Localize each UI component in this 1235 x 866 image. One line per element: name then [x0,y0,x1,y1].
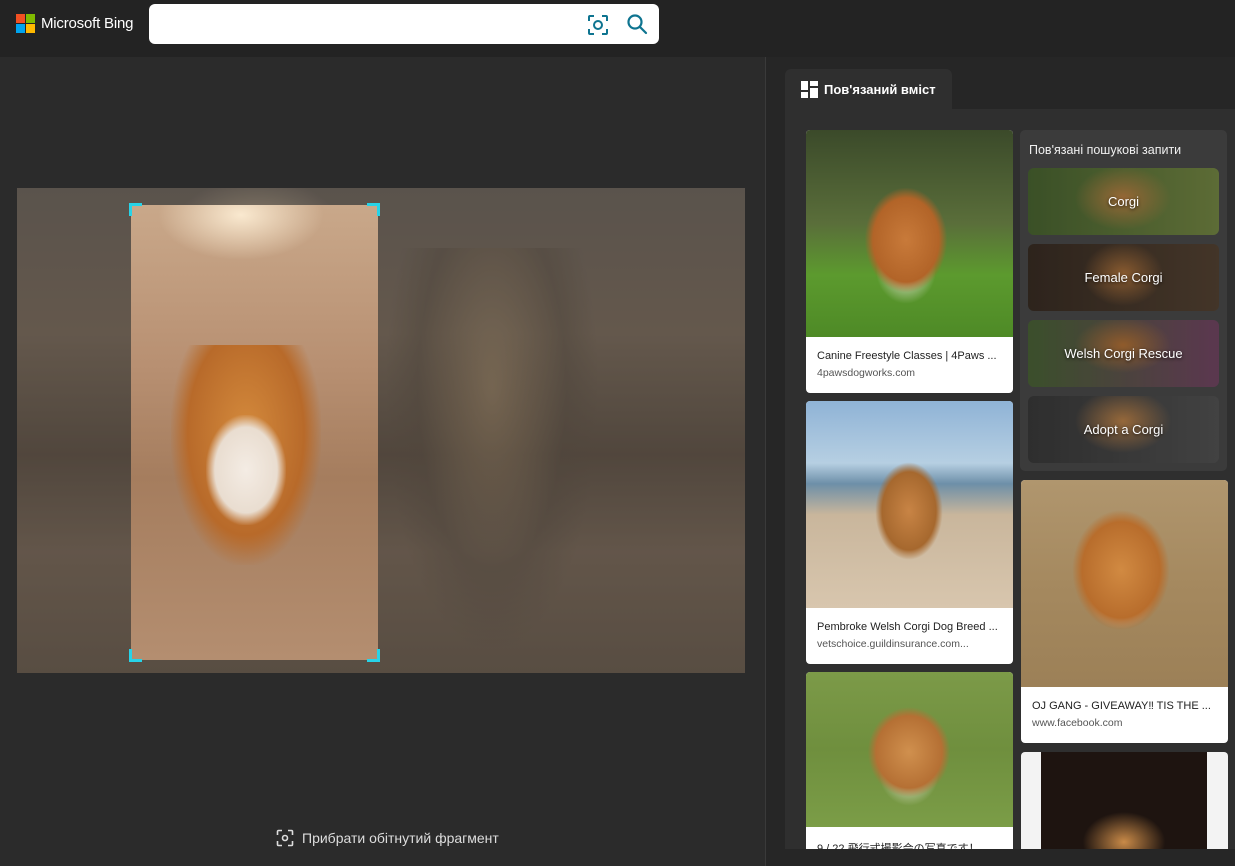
related-search-label: Welsh Corgi Rescue [1064,346,1183,361]
grid-icon [801,80,818,98]
search-input[interactable] [159,12,579,36]
result-title: OJ GANG - GIVEAWAY‼ TIS THE ... [1032,700,1211,712]
result-title: Pembroke Welsh Corgi Dog Breed ... [817,621,998,633]
results-pane: Пов'язаний вміст Canine Freestyle Classe… [766,57,1235,866]
search-box[interactable] [149,4,659,44]
result-card[interactable]: Pembroke Welsh Corgi Dog Breed ... vetsc… [806,401,1013,664]
crop-selection[interactable] [129,203,380,662]
crop-handle-top-right[interactable] [367,203,380,216]
logo-text: Microsoft Bing [41,15,134,32]
crop-handle-top-left[interactable] [129,203,142,216]
tab-label: Пов'язаний вміст [824,81,936,97]
result-card[interactable] [1021,752,1228,849]
result-thumbnail [806,130,1013,337]
image-dim-overlay [17,188,745,673]
top-bar: Microsoft Bing [0,0,1235,57]
result-thumbnail [806,401,1013,608]
result-thumbnail [806,672,1013,827]
result-title: Canine Freestyle Classes | 4Paws ... [817,350,997,362]
crop-icon [276,829,294,847]
search-icon[interactable] [626,13,648,35]
related-content-grid: Canine Freestyle Classes | 4Paws ... 4pa… [785,109,1235,849]
image-pane: Прибрати обітнутий фрагмент [0,57,765,866]
related-search-female-corgi[interactable]: Female Corgi [1028,244,1219,311]
visual-search-icon[interactable] [587,14,609,36]
result-card[interactable]: OJ GANG - GIVEAWAY‼ TIS THE ... www.face… [1021,480,1228,743]
bing-logo[interactable]: Microsoft Bing [16,14,133,33]
crop-handle-bottom-right[interactable] [367,649,380,662]
result-title: 9 / 22 飛行式撮影会の写真です！ [817,843,980,849]
related-search-label: Adopt a Corgi [1083,422,1164,437]
result-thumbnail [1021,480,1228,687]
tab-related-content[interactable]: Пов'язаний вміст [785,69,952,109]
related-searches-panel: Пов'язані пошукові запити Corgi Female C… [1020,130,1227,471]
result-card[interactable]: Canine Freestyle Classes | 4Paws ... 4pa… [806,130,1013,393]
microsoft-logo-icon [16,14,35,33]
related-search-label: Female Corgi [1084,270,1163,285]
result-domain: www.facebook.com [1032,717,1123,729]
result-domain: 4pawsdogworks.com [817,367,916,379]
related-search-adopt-a-corgi[interactable]: Adopt a Corgi [1028,396,1219,463]
source-image [17,188,745,673]
related-searches-title: Пов'язані пошукові запити [1029,143,1182,157]
crop-handle-bottom-left[interactable] [129,649,142,662]
related-search-label: Corgi [1107,194,1140,209]
related-search-welsh-corgi-rescue[interactable]: Welsh Corgi Rescue [1028,320,1219,387]
result-domain: vetschoice.guildinsurance.com... [817,638,969,650]
remove-crop-button[interactable]: Прибрати обітнутий фрагмент [276,829,499,847]
result-thumbnail [1021,752,1228,849]
result-card[interactable]: 9 / 22 飛行式撮影会の写真です！ [806,672,1013,849]
related-search-corgi[interactable]: Corgi [1028,168,1219,235]
corgi-chest [206,415,286,525]
remove-crop-label: Прибрати обітнутий фрагмент [302,830,499,846]
